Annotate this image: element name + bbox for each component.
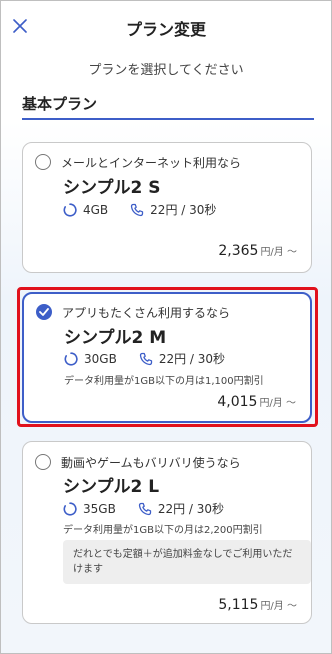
plan-name: シンプル2 S <box>63 178 161 198</box>
plan-price-value: 5,115 <box>218 597 259 613</box>
section-title: 基本プラン <box>22 95 98 113</box>
plan-call-rate: 22円 / 30秒 <box>157 502 225 516</box>
plan-discount-note: データ利用量が1GB以下の月は1,100円割引 <box>64 376 264 387</box>
plan-card-l[interactable]: 動画やゲームもバリバリ使うなら シンプル2 L 35GB 22円 / 30秒 デ… <box>22 441 312 624</box>
plan-lead: メールとインターネット利用なら <box>61 156 242 170</box>
plan-call-rate: 22円 / 30秒 <box>150 203 217 217</box>
page-subtitle: プランを選択してください <box>88 63 244 78</box>
phone-icon <box>138 502 152 516</box>
plan-name: シンプル2 M <box>64 328 167 348</box>
screen: プラン変更 プランを選択してください 基本プラン メールとインターネット利用なら… <box>0 0 332 654</box>
plan-price-unit: 円/月 〜 <box>259 398 296 409</box>
check-icon <box>39 308 49 316</box>
phone-icon <box>139 352 153 366</box>
plan-name: シンプル2 L <box>63 477 160 497</box>
plan-card-m[interactable]: アプリもたくさん利用するなら シンプル2 M 30GB 22円 / 30秒 デー… <box>22 292 312 423</box>
plan-specs: 30GB 22円 / 30秒 <box>64 350 225 367</box>
phone-icon <box>130 203 144 217</box>
data-gauge-icon <box>63 202 77 217</box>
plan-specs: 4GB 22円 / 30秒 <box>63 201 216 218</box>
section-divider <box>22 118 314 120</box>
data-gauge-icon <box>64 351 78 366</box>
plan-radio-m[interactable] <box>36 304 52 320</box>
plan-data: 30GB <box>84 351 117 366</box>
plan-card-s[interactable]: メールとインターネット利用なら シンプル2 S 4GB 22円 / 30秒 2,… <box>22 142 312 273</box>
plan-lead: 動画やゲームもバリバリ使うなら <box>61 456 241 470</box>
page-title: プラン変更 <box>125 20 206 39</box>
plan-price-value: 4,015 <box>217 394 258 410</box>
plan-price-unit: 円/月 〜 <box>260 247 297 258</box>
plan-price: 2,365 円/月 〜 <box>218 243 297 259</box>
data-gauge-icon <box>63 501 77 516</box>
plan-discount-note: データ利用量が1GB以下の月は2,200円割引 <box>63 525 263 536</box>
plan-call-rate: 22円 / 30秒 <box>158 352 226 366</box>
plan-specs: 35GB 22円 / 30秒 <box>63 500 224 517</box>
header: プラン変更 <box>1 1 331 53</box>
plan-price-unit: 円/月 〜 <box>260 601 297 612</box>
plan-lead: アプリもたくさん利用するなら <box>62 306 231 320</box>
plan-price: 5,115 円/月 〜 <box>218 597 297 613</box>
plan-price: 4,015 円/月 〜 <box>217 394 296 410</box>
plan-price-value: 2,365 <box>218 243 259 259</box>
plan-radio-l[interactable] <box>35 454 51 470</box>
plan-info-box: だれとでも定額＋が追加料金なしでご利用いただけます <box>63 540 311 584</box>
plan-data: 4GB <box>83 202 109 217</box>
plan-data: 35GB <box>83 501 116 516</box>
plan-radio-s[interactable] <box>35 154 51 170</box>
